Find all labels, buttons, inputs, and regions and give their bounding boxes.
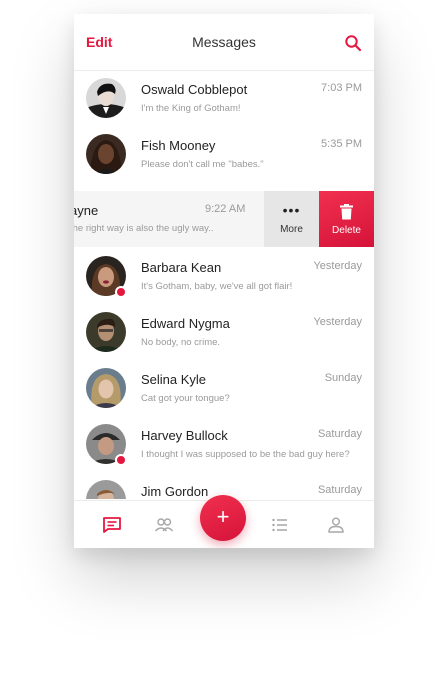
- conversation-row[interactable]: Selina Kyle Cat got your tongue? Sunday: [74, 361, 374, 417]
- contact-name: Harvey Bullock: [141, 428, 228, 443]
- message-preview: I thought I was supposed to be the bad g…: [141, 449, 350, 460]
- message-preview: It's Gotham, baby, we've all got flair!: [141, 281, 293, 292]
- message-time: Yesterday: [313, 260, 362, 272]
- message-time: Saturday: [317, 428, 362, 440]
- contact-name: Oswald Cobblepot: [141, 82, 248, 97]
- page-title: Messages: [192, 34, 256, 50]
- message-time: 9:22 AM: [205, 203, 246, 215]
- conversation-row[interactable]: Edward Nygma No body, no crime. Yesterda…: [74, 305, 374, 361]
- plus-icon: +: [216, 504, 230, 529]
- trash-icon: [340, 204, 353, 220]
- message-time: Saturday: [317, 484, 362, 496]
- chat-icon[interactable]: [102, 515, 122, 535]
- conversation-row[interactable]: Fish Mooney Please don't call me "babes.…: [74, 127, 374, 183]
- delete-button[interactable]: Delete: [319, 191, 374, 247]
- message-time: Yesterday: [313, 316, 362, 328]
- list-icon[interactable]: [270, 515, 290, 535]
- avatar: [86, 78, 126, 118]
- profile-icon[interactable]: [326, 515, 346, 535]
- conversation-list[interactable]: Oswald Cobblepot I'm the King of Gotham!…: [74, 71, 374, 499]
- contact-name: Fish Mooney: [141, 138, 216, 153]
- avatar: [86, 480, 126, 499]
- conversation-row[interactable]: Barbara Kean It's Gotham, baby, we've al…: [74, 249, 374, 305]
- contact-name: Barbara Kean: [141, 260, 222, 275]
- contact-name: Selina Kyle: [141, 372, 207, 387]
- avatar: [86, 312, 126, 352]
- more-label: More: [280, 224, 303, 235]
- more-button[interactable]: ••• More: [264, 191, 319, 247]
- message-time: 5:35 PM: [321, 138, 362, 150]
- compose-button[interactable]: +: [200, 495, 246, 541]
- message-time: 7:03 PM: [321, 82, 362, 94]
- contact-name: Jim Gordon: [141, 484, 209, 499]
- header: Edit Messages: [74, 14, 374, 71]
- message-time: Sunday: [324, 372, 362, 384]
- contact-name: ayne: [74, 203, 99, 218]
- more-dots-icon: •••: [282, 202, 301, 218]
- conversation-row[interactable]: Harvey Bullock I thought I was supposed …: [74, 417, 374, 473]
- message-preview: Cat got your tongue?: [141, 393, 230, 404]
- search-icon[interactable]: [344, 34, 362, 52]
- unread-indicator: [115, 286, 127, 298]
- contacts-icon[interactable]: [154, 515, 174, 535]
- conversation-row[interactable]: Oswald Cobblepot I'm the King of Gotham!…: [74, 71, 374, 127]
- swiped-conversation-row[interactable]: ayne the right way is also the ugly way.…: [74, 191, 374, 247]
- contact-name: Edward Nygma: [141, 316, 230, 331]
- message-preview: the right way is also the ugly way..: [74, 223, 214, 234]
- phone-screen: Edit Messages Oswald Cobblepot I'm the K…: [74, 14, 374, 548]
- avatar: [86, 368, 126, 408]
- avatar: [86, 134, 126, 174]
- message-preview: No body, no crime.: [141, 337, 221, 348]
- message-preview: Please don't call me "babes.": [141, 159, 264, 170]
- message-preview: I'm the King of Gotham!: [141, 103, 241, 114]
- delete-label: Delete: [332, 225, 361, 236]
- unread-indicator: [115, 454, 127, 466]
